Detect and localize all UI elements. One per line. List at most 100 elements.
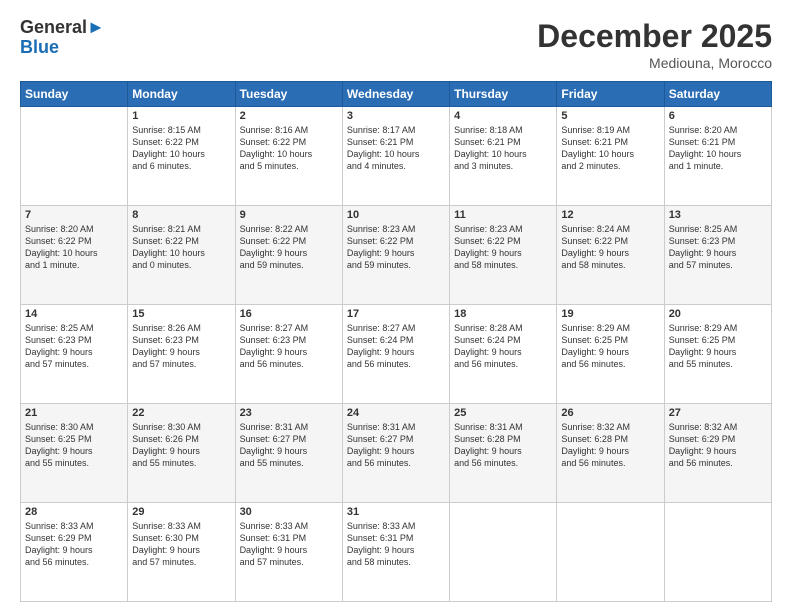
day-info: Sunrise: 8:25 AM Sunset: 6:23 PM Dayligh…	[25, 322, 123, 371]
day-info: Sunrise: 8:23 AM Sunset: 6:22 PM Dayligh…	[347, 223, 445, 272]
day-number: 18	[454, 308, 552, 320]
day-info: Sunrise: 8:28 AM Sunset: 6:24 PM Dayligh…	[454, 322, 552, 371]
day-number: 6	[669, 110, 767, 122]
day-number: 8	[132, 209, 230, 221]
day-info: Sunrise: 8:19 AM Sunset: 6:21 PM Dayligh…	[561, 124, 659, 173]
day-number: 13	[669, 209, 767, 221]
day-cell: 20Sunrise: 8:29 AM Sunset: 6:25 PM Dayli…	[664, 305, 771, 404]
day-cell: 6Sunrise: 8:20 AM Sunset: 6:21 PM Daylig…	[664, 107, 771, 206]
day-cell: 22 Sunrise: 8:30 AM Sunset: 6:26 PM Dayli…	[128, 404, 235, 503]
weekday-header-wednesday: Wednesday	[342, 82, 449, 107]
day-number: 5	[561, 110, 659, 122]
day-info: Sunrise: 8:31 AM Sunset: 6:28 PM Dayligh…	[454, 421, 552, 470]
day-cell	[450, 503, 557, 602]
day-info: Sunrise: 8:30 AM Sunset: 6:25 PM Dayligh…	[25, 421, 123, 470]
day-info: Sunrise: 8:33 AM Sunset: 6:31 PM Dayligh…	[347, 520, 445, 569]
day-cell	[557, 503, 664, 602]
day-info: Sunrise: 8:21 AM Sunset: 6:22 PM Dayligh…	[132, 223, 230, 272]
day-info: Sunrise: 8:27 AM Sunset: 6:23 PM Dayligh…	[240, 322, 338, 371]
day-cell: 8 Sunrise: 8:21 AM Sunset: 6:22 PM Daylig…	[128, 206, 235, 305]
day-cell: 16 Sunrise: 8:27 AM Sunset: 6:23 PM Dayli…	[235, 305, 342, 404]
day-number: 16	[240, 308, 338, 320]
day-info: Sunrise: 8:26 AM Sunset: 6:23 PM Dayligh…	[132, 322, 230, 371]
day-info: Sunrise: 8:16 AM Sunset: 6:22 PM Dayligh…	[240, 124, 338, 173]
day-info: Sunrise: 8:30 AM Sunset: 6:26 PM Dayligh…	[132, 421, 230, 470]
day-info: Sunrise: 8:32 AM Sunset: 6:29 PM Dayligh…	[669, 421, 767, 470]
day-cell	[21, 107, 128, 206]
title-block: December 2025 Mediouna, Morocco	[537, 18, 772, 71]
day-cell: 5 Sunrise: 8:19 AM Sunset: 6:21 PM Daylig…	[557, 107, 664, 206]
logo-text: General►	[20, 18, 105, 38]
day-cell: 12 Sunrise: 8:24 AM Sunset: 6:22 PM Dayli…	[557, 206, 664, 305]
day-number: 12	[561, 209, 659, 221]
day-info: Sunrise: 8:24 AM Sunset: 6:22 PM Dayligh…	[561, 223, 659, 272]
weekday-header-thursday: Thursday	[450, 82, 557, 107]
day-cell: 19 Sunrise: 8:29 AM Sunset: 6:25 PM Dayli…	[557, 305, 664, 404]
day-number: 24	[347, 407, 445, 419]
day-number: 3	[347, 110, 445, 122]
day-info: Sunrise: 8:29 AM Sunset: 6:25 PM Dayligh…	[669, 322, 767, 371]
weekday-header-saturday: Saturday	[664, 82, 771, 107]
month-title: December 2025	[537, 18, 772, 55]
day-cell: 21 Sunrise: 8:30 AM Sunset: 6:25 PM Dayli…	[21, 404, 128, 503]
day-info: Sunrise: 8:29 AM Sunset: 6:25 PM Dayligh…	[561, 322, 659, 371]
day-cell: 27 Sunrise: 8:32 AM Sunset: 6:29 PM Dayli…	[664, 404, 771, 503]
day-cell: 13 Sunrise: 8:25 AM Sunset: 6:23 PM Dayli…	[664, 206, 771, 305]
day-cell: 10 Sunrise: 8:23 AM Sunset: 6:22 PM Dayli…	[342, 206, 449, 305]
day-info: Sunrise: 8:17 AM Sunset: 6:21 PM Dayligh…	[347, 124, 445, 173]
day-info: Sunrise: 8:25 AM Sunset: 6:23 PM Dayligh…	[669, 223, 767, 272]
day-cell: 23 Sunrise: 8:31 AM Sunset: 6:27 PM Dayli…	[235, 404, 342, 503]
week-row-1: 1 Sunrise: 8:15 AM Sunset: 6:22 PM Daylig…	[21, 107, 772, 206]
day-number: 1	[132, 110, 230, 122]
day-info: Sunrise: 8:33 AM Sunset: 6:31 PM Dayligh…	[240, 520, 338, 569]
day-number: 19	[561, 308, 659, 320]
day-cell: 9 Sunrise: 8:22 AM Sunset: 6:22 PM Daylig…	[235, 206, 342, 305]
weekday-header-sunday: Sunday	[21, 82, 128, 107]
logo: General► Blue	[20, 18, 105, 58]
weekday-header-monday: Monday	[128, 82, 235, 107]
day-cell: 7Sunrise: 8:20 AM Sunset: 6:22 PM Daylig…	[21, 206, 128, 305]
day-cell: 15 Sunrise: 8:26 AM Sunset: 6:23 PM Dayli…	[128, 305, 235, 404]
day-info: Sunrise: 8:18 AM Sunset: 6:21 PM Dayligh…	[454, 124, 552, 173]
day-cell: 1 Sunrise: 8:15 AM Sunset: 6:22 PM Daylig…	[128, 107, 235, 206]
day-cell: 4Sunrise: 8:18 AM Sunset: 6:21 PM Daylig…	[450, 107, 557, 206]
day-number: 15	[132, 308, 230, 320]
weekday-header-friday: Friday	[557, 82, 664, 107]
day-number: 17	[347, 308, 445, 320]
day-cell: 3 Sunrise: 8:17 AM Sunset: 6:21 PM Daylig…	[342, 107, 449, 206]
day-cell	[664, 503, 771, 602]
day-cell: 11 Sunrise: 8:23 AM Sunset: 6:22 PM Dayli…	[450, 206, 557, 305]
day-info: Sunrise: 8:32 AM Sunset: 6:28 PM Dayligh…	[561, 421, 659, 470]
day-number: 2	[240, 110, 338, 122]
week-row-3: 14Sunrise: 8:25 AM Sunset: 6:23 PM Dayli…	[21, 305, 772, 404]
day-cell: 31 Sunrise: 8:33 AM Sunset: 6:31 PM Dayli…	[342, 503, 449, 602]
calendar-table: SundayMondayTuesdayWednesdayThursdayFrid…	[20, 81, 772, 602]
day-number: 11	[454, 209, 552, 221]
day-cell: 24 Sunrise: 8:31 AM Sunset: 6:27 PM Dayli…	[342, 404, 449, 503]
day-info: Sunrise: 8:31 AM Sunset: 6:27 PM Dayligh…	[347, 421, 445, 470]
day-number: 21	[25, 407, 123, 419]
day-cell: 26Sunrise: 8:32 AM Sunset: 6:28 PM Dayli…	[557, 404, 664, 503]
day-number: 27	[669, 407, 767, 419]
day-cell: 28Sunrise: 8:33 AM Sunset: 6:29 PM Dayli…	[21, 503, 128, 602]
day-cell: 14Sunrise: 8:25 AM Sunset: 6:23 PM Dayli…	[21, 305, 128, 404]
day-info: Sunrise: 8:33 AM Sunset: 6:30 PM Dayligh…	[132, 520, 230, 569]
day-number: 31	[347, 506, 445, 518]
logo-blue: Blue	[20, 38, 105, 58]
day-number: 10	[347, 209, 445, 221]
day-info: Sunrise: 8:22 AM Sunset: 6:22 PM Dayligh…	[240, 223, 338, 272]
day-info: Sunrise: 8:20 AM Sunset: 6:22 PM Dayligh…	[25, 223, 123, 272]
day-number: 23	[240, 407, 338, 419]
day-number: 22	[132, 407, 230, 419]
day-info: Sunrise: 8:31 AM Sunset: 6:27 PM Dayligh…	[240, 421, 338, 470]
day-cell: 17Sunrise: 8:27 AM Sunset: 6:24 PM Dayli…	[342, 305, 449, 404]
day-cell: 18 Sunrise: 8:28 AM Sunset: 6:24 PM Dayli…	[450, 305, 557, 404]
day-number: 9	[240, 209, 338, 221]
day-info: Sunrise: 8:15 AM Sunset: 6:22 PM Dayligh…	[132, 124, 230, 173]
day-cell: 29Sunrise: 8:33 AM Sunset: 6:30 PM Dayli…	[128, 503, 235, 602]
day-number: 28	[25, 506, 123, 518]
day-info: Sunrise: 8:23 AM Sunset: 6:22 PM Dayligh…	[454, 223, 552, 272]
week-row-2: 7Sunrise: 8:20 AM Sunset: 6:22 PM Daylig…	[21, 206, 772, 305]
location: Mediouna, Morocco	[537, 55, 772, 71]
day-cell: 2 Sunrise: 8:16 AM Sunset: 6:22 PM Daylig…	[235, 107, 342, 206]
